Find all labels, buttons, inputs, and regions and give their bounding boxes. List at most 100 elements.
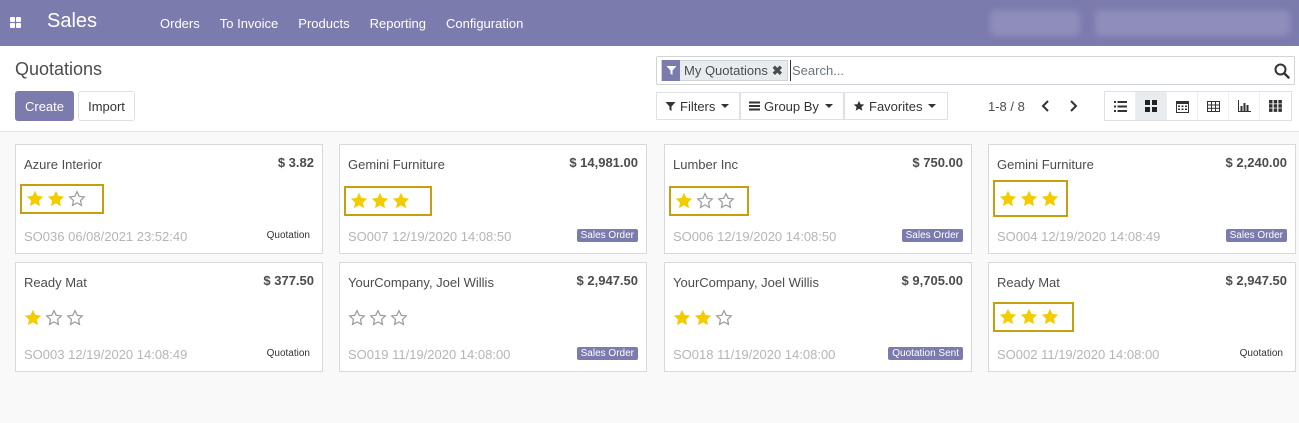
status-badge: Sales Order: [1225, 229, 1287, 242]
kanban-view-icon[interactable]: [1136, 92, 1167, 120]
customer-name: Ready Mat: [997, 275, 1060, 290]
order-amount: $ 2,947.50: [576, 273, 638, 288]
star-filled-icon[interactable]: [23, 309, 43, 327]
star-filled-icon[interactable]: [1019, 308, 1039, 326]
star-filled-icon[interactable]: [998, 308, 1018, 326]
favorites-dropdown[interactable]: Favorites: [844, 92, 948, 120]
order-reference: SO018 11/19/2020 14:08:00: [673, 347, 836, 362]
blurred-systray: [990, 10, 1080, 36]
customer-name: Lumber Inc: [673, 157, 739, 172]
kanban-card[interactable]: Azure Interior $ 3.82 SO036 06/08/2021 2…: [15, 144, 323, 254]
search-facet: My Quotations ✖: [661, 60, 788, 81]
facet-label: My Quotations: [684, 63, 768, 78]
menu-item-configuration[interactable]: Configuration: [436, 16, 533, 31]
order-reference: SO002 11/19/2020 14:08:00: [997, 347, 1160, 362]
status-badge: Sales Order: [901, 229, 963, 242]
bars-icon: [749, 101, 760, 111]
menu-item-reporting[interactable]: Reporting: [360, 16, 436, 31]
kanban-card[interactable]: Ready Mat $ 2,947.50 SO002 11/19/2020 14…: [988, 262, 1296, 372]
status-badge: Quotation: [1239, 348, 1283, 359]
pivot-view-icon[interactable]: [1198, 92, 1229, 120]
facet-remove-icon[interactable]: ✖: [772, 63, 787, 79]
star-icon: [853, 100, 865, 111]
star-empty-icon[interactable]: [44, 309, 64, 327]
apps-menu-icon[interactable]: [10, 17, 21, 28]
priority-stars: [669, 303, 753, 333]
control-panel: Quotations Create Import My Quotations ✖…: [0, 46, 1299, 132]
status-badge: Sales Order: [576, 347, 638, 360]
star-filled-icon[interactable]: [998, 190, 1018, 208]
status-badge: Sales Order: [576, 229, 638, 242]
kanban-card[interactable]: YourCompany, Joel Willis $ 2,947.50 SO01…: [339, 262, 647, 372]
filter-icon: [662, 60, 680, 81]
star-filled-icon[interactable]: [1040, 308, 1060, 326]
order-reference: SO006 12/19/2020 14:08:50: [673, 229, 837, 244]
order-amount: $ 750.00: [912, 155, 963, 170]
app-title[interactable]: Sales: [47, 10, 97, 33]
pager-next-icon[interactable]: [1064, 97, 1082, 115]
kanban-card[interactable]: YourCompany, Joel Willis $ 9,705.00 SO01…: [664, 262, 972, 372]
kanban-card[interactable]: Ready Mat $ 377.50 SO003 12/19/2020 14:0…: [15, 262, 323, 372]
create-button[interactable]: Create: [15, 91, 74, 121]
priority-stars: [20, 184, 104, 214]
star-filled-icon[interactable]: [672, 309, 692, 327]
search-input[interactable]: [790, 60, 1270, 81]
star-empty-icon[interactable]: [65, 309, 85, 327]
top-navbar: Sales Orders To Invoice Products Reporti…: [0, 0, 1299, 46]
star-filled-icon[interactable]: [25, 190, 45, 208]
menu-item-orders[interactable]: Orders: [150, 16, 210, 31]
star-empty-icon[interactable]: [714, 309, 734, 327]
caret-down-icon: [721, 104, 730, 108]
menu-item-products[interactable]: Products: [288, 16, 359, 31]
pager-previous-icon[interactable]: [1037, 97, 1055, 115]
status-badge: Quotation: [266, 230, 310, 241]
star-empty-icon[interactable]: [368, 309, 388, 327]
filter-icon: [665, 101, 676, 111]
customer-name: YourCompany, Joel Willis: [348, 275, 494, 290]
order-reference: SO007 12/19/2020 14:08:50: [348, 229, 512, 244]
star-empty-icon[interactable]: [347, 309, 367, 327]
star-filled-icon[interactable]: [1040, 190, 1060, 208]
star-empty-icon[interactable]: [695, 192, 715, 210]
customer-name: Gemini Furniture: [997, 157, 1094, 172]
calendar-view-icon[interactable]: [1167, 92, 1198, 120]
kanban-card[interactable]: Lumber Inc $ 750.00 SO006 12/19/2020 14:…: [664, 144, 972, 254]
star-filled-icon[interactable]: [674, 192, 694, 210]
caret-down-icon: [928, 104, 937, 108]
star-filled-icon[interactable]: [46, 190, 66, 208]
list-view-icon[interactable]: [1105, 92, 1136, 120]
graph-view-icon[interactable]: [1229, 92, 1260, 120]
order-reference: SO019 11/19/2020 14:08:00: [348, 347, 511, 362]
kanban-card[interactable]: Gemini Furniture $ 14,981.00 SO007 12/19…: [339, 144, 647, 254]
star-filled-icon[interactable]: [349, 192, 369, 210]
order-amount: $ 14,981.00: [569, 155, 638, 170]
status-badge: Quotation Sent: [888, 347, 963, 360]
priority-stars: [993, 180, 1068, 217]
filters-dropdown[interactable]: Filters: [656, 92, 740, 120]
star-filled-icon[interactable]: [693, 309, 713, 327]
blurred-user-menu: [1095, 10, 1290, 36]
search-icon[interactable]: [1274, 63, 1290, 79]
star-empty-icon[interactable]: [389, 309, 409, 327]
star-filled-icon[interactable]: [1019, 190, 1039, 208]
pager-value[interactable]: 1-8 / 8: [988, 99, 1025, 114]
menu-item-to-invoice[interactable]: To Invoice: [210, 16, 289, 31]
import-button[interactable]: Import: [78, 91, 135, 121]
order-amount: $ 3.82: [277, 155, 314, 170]
customer-name: YourCompany, Joel Willis: [673, 275, 819, 290]
favorites-label: Favorites: [869, 98, 923, 114]
star-empty-icon[interactable]: [67, 190, 87, 208]
breadcrumb: Quotations: [15, 59, 103, 79]
search-bar: My Quotations ✖: [656, 56, 1295, 85]
kanban-card[interactable]: Gemini Furniture $ 2,240.00 SO004 12/19/…: [988, 144, 1296, 254]
star-filled-icon[interactable]: [370, 192, 390, 210]
activity-view-icon[interactable]: [1260, 92, 1291, 120]
star-empty-icon[interactable]: [716, 192, 736, 210]
order-amount: $ 9,705.00: [901, 273, 963, 288]
groupby-dropdown[interactable]: Group By: [740, 92, 844, 120]
priority-stars: [669, 186, 749, 216]
star-filled-icon[interactable]: [391, 192, 411, 210]
caret-down-icon: [824, 104, 833, 108]
status-badge: Quotation: [266, 348, 310, 359]
order-amount: $ 2,240.00: [1225, 155, 1287, 170]
